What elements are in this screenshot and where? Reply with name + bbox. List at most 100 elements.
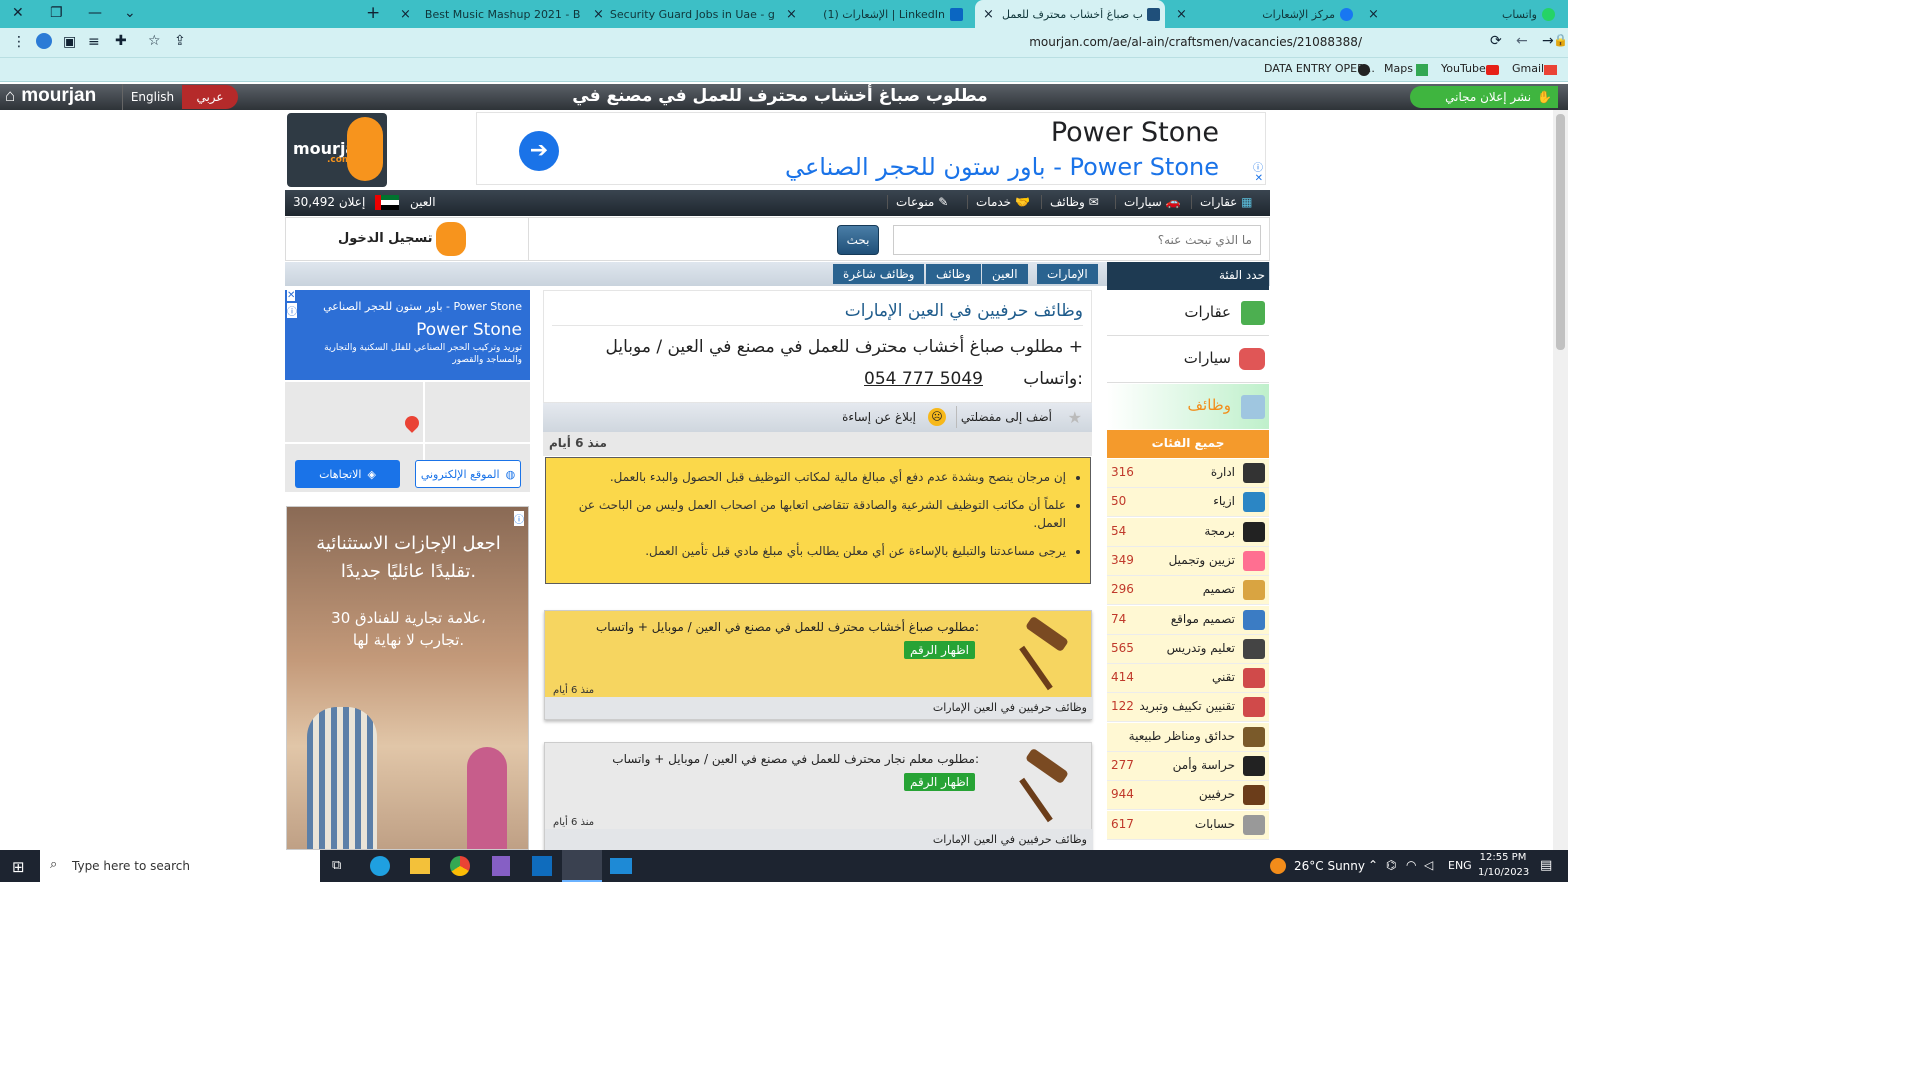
side-ad-title[interactable]: Power Stone [416,320,522,340]
nav-services[interactable]: خدمات 🤝 [967,195,1030,209]
breadcrumb-jobs[interactable]: وظائف [926,264,981,284]
tab-close-icon[interactable]: × [786,7,797,22]
tab-close-icon[interactable]: × [983,7,994,22]
wifi-icon[interactable]: ◠ [1406,858,1416,872]
sidebar-main-jobs[interactable]: وظائف [1107,384,1269,429]
url-bar[interactable]: ☆ ⇪ mourjan.com/ae/al-ain/craftsmen/vaca… [140,31,1568,55]
show-number-button[interactable]: اظهار الرقم [903,641,975,659]
nav-realestate[interactable]: عقارات ▦ [1191,195,1252,209]
sidebar-category-item[interactable]: 122 تقنيين تكييف وتبريد [1107,693,1269,723]
outlook-icon[interactable] [532,856,552,876]
tab-linkedin[interactable]: × (1) الإشعارات | LinkedIn [778,0,968,28]
notifications-icon[interactable]: ▤ [1540,858,1552,873]
sidebar-category-item[interactable]: 617 حسابات [1107,810,1269,840]
related-listing-card[interactable]: مطلوب صباغ أخشاب محترف للعمل في مصنع في … [544,610,1093,720]
nav-misc[interactable]: منوعات ✎ [887,195,948,209]
add-favorite-link[interactable]: أضف إلى مفضلتي [961,410,1052,424]
sidebar-main-cars[interactable]: سيارات [1107,337,1269,383]
mourjan-mascot-logo[interactable]: mourjan .com [287,113,387,187]
breadcrumb-vacancies[interactable]: وظائف شاغرة [833,264,925,284]
tab-security-jobs[interactable]: × Security Guard Jobs in Uae - gait [585,0,775,28]
directions-button[interactable]: الاتجاهات ◈ [295,460,400,488]
sidebar-category-item[interactable]: 54 برمجة [1107,517,1269,547]
show-number-button[interactable]: اظهار الرقم [903,773,975,791]
share-icon[interactable]: ⇪ [174,33,186,49]
restore-icon[interactable]: ❐ [50,5,63,21]
tab-close-icon[interactable]: × [400,7,411,22]
nav-cars[interactable]: سيارات 🚗 [1115,195,1181,209]
search-button[interactable]: بحث [837,225,879,255]
login-link[interactable]: تسجيل الدخول [338,231,433,246]
phone-number-link[interactable]: 054 777 5049 [864,369,983,389]
lang-arabic-link[interactable]: عربي [182,85,238,109]
tab-music[interactable]: × Best Music Mashup 2021 - B [392,0,582,28]
sidebar-icon[interactable]: ▣ [63,34,76,50]
tray-chevron-icon[interactable]: ⌃ [1368,858,1378,872]
ad-close-icon[interactable]: ✕ [287,290,296,301]
chevron-down-icon[interactable]: ⌄ [124,5,136,21]
logo-text[interactable]: mourjan [21,85,96,106]
forward-icon[interactable]: ← [1516,33,1528,49]
ad-info-icon[interactable]: ⓘ [287,303,297,318]
task-view-icon[interactable]: ⧉ [332,858,341,873]
sidebar-category-item[interactable]: 316 ادارة [1107,459,1269,488]
post-free-ad-button[interactable]: نشر إعلان مجاني ✋ [1410,86,1558,108]
site-logo[interactable]: ⌂ mourjan [5,85,96,107]
volume-icon[interactable]: ◁ [1424,858,1433,872]
puzzle-icon[interactable]: ✚ [115,33,127,49]
url-text[interactable]: mourjan.com/ae/al-ain/craftsmen/vacancie… [1029,35,1362,49]
top-banner-ad[interactable]: ➔ Power Stone باور ستون للحجر الصناعي - … [476,112,1266,185]
search-input[interactable] [893,225,1261,255]
breadcrumb-city[interactable]: العين [982,264,1028,284]
sidebar-category-item[interactable]: 414 تقني [1107,664,1269,694]
chrome-active-icon[interactable] [562,850,602,882]
nav-jobs[interactable]: وظائف ✉ [1041,195,1099,209]
side-ad-line[interactable]: باور ستون للحجر الصناعي - Power Stone [323,300,522,313]
taskbar-search[interactable]: ⌕ Type here to search [40,850,320,882]
edge-icon[interactable] [370,856,390,876]
reload-icon[interactable]: ⟳ [1490,33,1502,49]
side-text-ad[interactable]: ✕ ⓘ باور ستون للحجر الصناعي - Power Ston… [285,290,530,380]
close-icon[interactable]: ✕ [12,5,24,21]
visual-studio-icon[interactable] [492,856,510,876]
nav-city[interactable]: العين [410,195,436,209]
sidebar-category-item[interactable]: 349 تزيين وتجميل [1107,546,1269,576]
file-explorer-icon[interactable] [410,858,430,874]
tab-notifications[interactable]: × مركز الإشعارات [1168,0,1358,28]
clock-date[interactable]: 1/10/2023 [1478,867,1529,878]
card-footer[interactable]: وظائف حرفيين في العين الإمارات [545,697,1093,719]
ad-close-icon[interactable]: ✕ [1255,173,1263,184]
minimize-icon[interactable]: — [88,5,102,21]
bookmark-gmail[interactable]: Gmail [1512,62,1544,75]
menu-dots-icon[interactable]: ⋮ [12,34,26,50]
extension-icon[interactable] [36,33,52,49]
directions-arrow-icon[interactable]: ➔ [519,131,559,171]
ad-info-icon[interactable]: ⓘ [514,511,524,526]
page-scrollbar[interactable] [1553,110,1568,850]
scrollbar-thumb[interactable] [1556,114,1565,350]
card-footer-link[interactable]: وظائف حرفيين في العين الإمارات [933,833,1087,846]
taskbar-search-text[interactable]: Type here to search [72,859,190,873]
tab-active-listing[interactable]: × مطلوب صباغ أخشاب محترف للعمل [975,0,1165,28]
weather-text[interactable]: 26°C Sunny [1294,859,1365,873]
ad-subtitle[interactable]: باور ستون للحجر الصناعي - Power Stone [785,153,1219,181]
tab-close-icon[interactable]: × [1176,7,1187,22]
lang-english-link[interactable]: English [122,84,182,110]
bookmark-youtube[interactable]: YouTube [1441,62,1486,75]
home-icon[interactable]: ⌂ [5,86,15,105]
ad-title[interactable]: Power Stone [1051,117,1219,148]
star-icon[interactable]: ★ [1068,408,1082,427]
angry-face-icon[interactable]: ☹ [928,408,946,426]
sidebar-category-item[interactable]: 50 ازياء [1107,488,1269,518]
chrome-icon[interactable] [450,856,470,876]
related-listing-card[interactable]: مطلوب معلم نجار محترف للعمل في مصنع في ا… [544,742,1093,852]
star-icon[interactable]: ☆ [148,33,161,49]
network-icon[interactable]: ⌬ [1386,858,1396,872]
all-categories-header[interactable]: جميع الفئات [1107,430,1269,458]
language-indicator[interactable]: ENG [1448,859,1472,872]
reading-list-icon[interactable]: ≡ [88,34,100,50]
report-abuse-link[interactable]: إبلاغ عن إساءة [842,410,916,424]
mail-icon[interactable] [610,858,632,874]
bookmark-maps[interactable]: Maps [1384,62,1413,75]
tab-close-icon[interactable]: × [593,7,604,22]
